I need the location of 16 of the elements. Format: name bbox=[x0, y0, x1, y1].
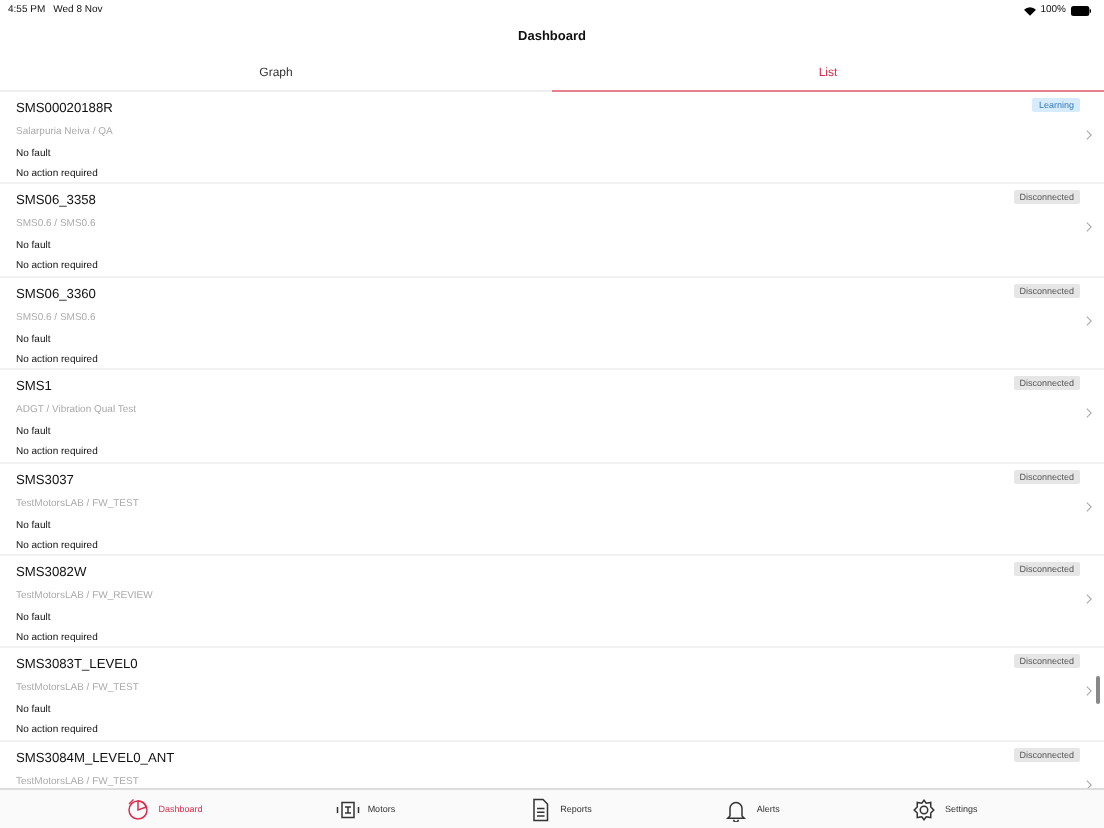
chevron-icon bbox=[1086, 779, 1092, 788]
gauge-icon bbox=[126, 797, 151, 821]
scrollbar bbox=[1096, 676, 1100, 704]
bell-icon bbox=[724, 797, 749, 821]
settings-icon bbox=[912, 797, 937, 821]
battery-icon bbox=[1070, 5, 1092, 15]
chevron-icon bbox=[1086, 593, 1092, 604]
chevron-icon bbox=[1086, 501, 1092, 512]
chevron-icon bbox=[1086, 130, 1092, 140]
wifi-icon bbox=[1024, 5, 1037, 15]
chevron-icon bbox=[1086, 686, 1092, 697]
chevron-icon bbox=[1086, 222, 1092, 233]
motor-icon bbox=[335, 797, 360, 821]
document-icon bbox=[528, 797, 553, 821]
chevron-icon bbox=[1086, 315, 1092, 326]
chevron-icon bbox=[1086, 408, 1092, 419]
